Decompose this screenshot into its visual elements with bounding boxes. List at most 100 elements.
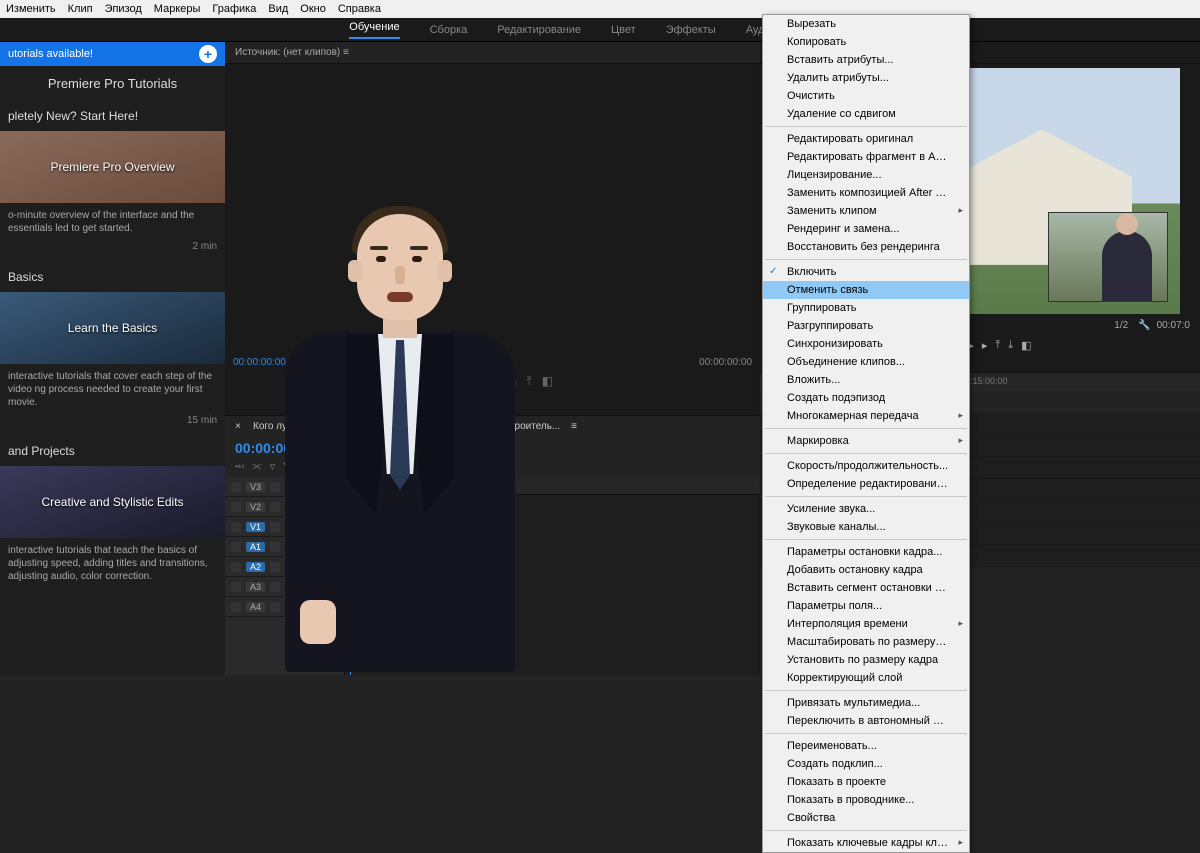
workspace-tab[interactable]: Сборка xyxy=(430,24,468,36)
context-menu-item[interactable]: Параметры поля... xyxy=(763,597,969,615)
tutorials-banner-text: utorials available! xyxy=(8,48,93,60)
context-menu-item[interactable]: Вставить атрибуты... xyxy=(763,51,969,69)
context-menu-item[interactable]: Показать в проводнике... xyxy=(763,791,969,809)
context-menu-item[interactable]: Показать ключевые кадры клипа xyxy=(763,834,969,852)
menu-item[interactable]: Справка xyxy=(338,3,381,15)
workspace-tab[interactable]: Редактирование xyxy=(497,24,581,36)
menu-item[interactable]: Графика xyxy=(212,3,256,15)
context-menu-item[interactable]: Группировать xyxy=(763,299,969,317)
menu-item[interactable]: Окно xyxy=(300,3,326,15)
menu-item[interactable]: Клип xyxy=(68,3,93,15)
snap-icon[interactable]: ⤟ xyxy=(235,460,244,473)
context-menu-item[interactable]: Переключить в автономный режим... xyxy=(763,712,969,730)
context-menu-item[interactable]: Удалить атрибуты... xyxy=(763,69,969,87)
context-menu-item[interactable]: Корректирующий слой xyxy=(763,669,969,687)
menu-separator xyxy=(765,259,967,260)
context-menu-item[interactable]: Скорость/продолжительность... xyxy=(763,457,969,475)
context-menu-item[interactable]: Масштабировать по размеру кадра xyxy=(763,633,969,651)
tutorial-desc: interactive tutorials that teach the bas… xyxy=(0,544,225,587)
tutorial-thumb[interactable]: Premiere Pro Overview xyxy=(0,131,225,203)
workspace-tabs[interactable]: ОбучениеСборкаРедактированиеЦветЭффектыА… xyxy=(0,18,1200,42)
workspace-tab[interactable]: Обучение xyxy=(349,21,399,39)
context-menu-item[interactable]: Звуковые каналы... xyxy=(763,518,969,536)
context-menu-item[interactable]: Копировать xyxy=(763,33,969,51)
tutorial-duration: 15 min xyxy=(0,413,225,436)
menu-separator xyxy=(765,830,967,831)
pip-overlay xyxy=(1048,212,1168,302)
learn-title: Premiere Pro Tutorials xyxy=(0,66,225,101)
lock-icon[interactable] xyxy=(231,542,241,552)
context-menu-item[interactable]: Усиление звука... xyxy=(763,500,969,518)
context-menu-item[interactable]: Объединение клипов... xyxy=(763,353,969,371)
workspace-tab[interactable]: Эффекты xyxy=(666,24,716,36)
source-tab-label: Источник: (нет клипов) xyxy=(235,47,340,58)
lock-icon[interactable] xyxy=(231,522,241,532)
menu-item[interactable]: Вид xyxy=(268,3,288,15)
lock-icon[interactable] xyxy=(231,602,241,612)
lock-icon[interactable] xyxy=(231,502,241,512)
tutorial-duration: 2 min xyxy=(0,239,225,262)
context-menu-item[interactable]: Редактировать фрагмент в Adobe Audition xyxy=(763,148,969,166)
context-menu-item[interactable]: Лицензирование... xyxy=(763,166,969,184)
menu-separator xyxy=(765,690,967,691)
context-menu[interactable]: ВырезатьКопироватьВставить атрибуты...Уд… xyxy=(762,14,970,853)
menu-separator xyxy=(765,733,967,734)
add-icon[interactable]: + xyxy=(199,45,217,63)
workspace-tab[interactable]: Цвет xyxy=(611,24,636,36)
context-menu-item[interactable]: Отменить связь xyxy=(763,281,969,299)
lock-icon[interactable] xyxy=(231,482,241,492)
menu-item[interactable]: Маркеры xyxy=(154,3,201,15)
menu-separator xyxy=(765,126,967,127)
learn-section-head: and Projects xyxy=(0,436,225,466)
context-menu-item[interactable]: Вырезать xyxy=(763,15,969,33)
context-menu-item[interactable]: Показать в проекте xyxy=(763,773,969,791)
source-panel-tab[interactable]: Источник: (нет клипов) ≡ xyxy=(225,42,760,64)
tutorials-banner[interactable]: utorials available! + xyxy=(0,42,225,66)
menu-separator xyxy=(765,539,967,540)
lock-icon[interactable] xyxy=(231,582,241,592)
tutorial-desc: interactive tutorials that cover each st… xyxy=(0,370,225,413)
close-tab-icon[interactable]: × xyxy=(235,421,245,431)
menu-separator xyxy=(765,453,967,454)
context-menu-item[interactable]: Заменить клипом xyxy=(763,202,969,220)
program-zoom[interactable]: 1/2 xyxy=(1114,320,1128,331)
context-menu-item[interactable]: Разгруппировать xyxy=(763,317,969,335)
context-menu-item[interactable]: Редактировать оригинал xyxy=(763,130,969,148)
context-menu-item[interactable]: Создать подклип... xyxy=(763,755,969,773)
step-fwd-icon[interactable]: ▸ xyxy=(982,339,988,352)
app-menubar[interactable]: Изменить Клип Эпизод Маркеры Графика Вид Окно С… xyxy=(0,0,1200,18)
menu-item[interactable]: Эпизод xyxy=(105,3,142,15)
context-menu-item[interactable]: Включить xyxy=(763,263,969,281)
context-menu-item[interactable]: Определение редактирования сцен... xyxy=(763,475,969,493)
tutorial-thumb[interactable]: Creative and Stylistic Edits xyxy=(0,466,225,538)
context-menu-item[interactable]: Переименовать... xyxy=(763,737,969,755)
wrench-icon[interactable]: 🔧 xyxy=(1138,320,1150,331)
context-menu-item[interactable]: Добавить остановку кадра xyxy=(763,561,969,579)
context-menu-item[interactable]: Свойства xyxy=(763,809,969,827)
program-tc-right: 00:07:0 xyxy=(1157,320,1190,331)
context-menu-item[interactable]: Вставить сегмент остановки кадра xyxy=(763,579,969,597)
context-menu-item[interactable]: Многокамерная передача xyxy=(763,407,969,425)
context-menu-item[interactable]: Синхронизировать xyxy=(763,335,969,353)
menu-item[interactable]: Изменить xyxy=(6,3,56,15)
context-menu-item[interactable]: Восстановить без рендеринга xyxy=(763,238,969,256)
context-menu-item[interactable]: Заменить композицией After Effects xyxy=(763,184,969,202)
lock-icon[interactable] xyxy=(231,562,241,572)
extract-icon[interactable]: ⤓ xyxy=(1008,339,1013,352)
lift-icon[interactable]: ⤒ xyxy=(995,339,1000,352)
context-menu-item[interactable]: Удаление со сдвигом xyxy=(763,105,969,123)
context-menu-item[interactable]: Очистить xyxy=(763,87,969,105)
tutorial-thumb[interactable]: Learn the Basics xyxy=(0,292,225,364)
context-menu-item[interactable]: Интерполяция времени xyxy=(763,615,969,633)
context-menu-item[interactable]: Маркировка xyxy=(763,432,969,450)
export-frame-icon[interactable]: ◧ xyxy=(1021,339,1031,352)
menu-separator xyxy=(765,496,967,497)
context-menu-item[interactable]: Создать подэпизод xyxy=(763,389,969,407)
context-menu-item[interactable]: Привязать мультимедиа... xyxy=(763,694,969,712)
context-menu-item[interactable]: Рендеринг и замена... xyxy=(763,220,969,238)
context-menu-item[interactable]: Вложить... xyxy=(763,371,969,389)
context-menu-item[interactable]: Установить по размеру кадра xyxy=(763,651,969,669)
learn-section-head: pletely New? Start Here! xyxy=(0,101,225,131)
context-menu-item[interactable]: Параметры остановки кадра... xyxy=(763,543,969,561)
source-tc-out: 00:00:00:00 xyxy=(699,357,752,368)
